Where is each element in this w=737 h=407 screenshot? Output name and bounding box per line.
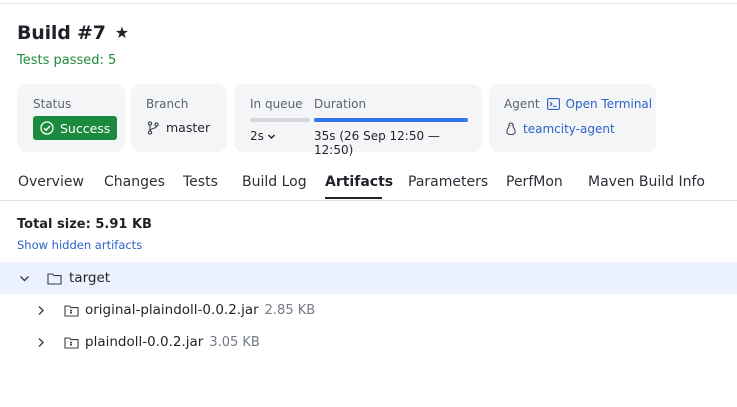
build-header: Build #7 ★: [17, 22, 129, 44]
tree-folder-target[interactable]: target: [0, 262, 737, 294]
status-badge: Success: [33, 116, 118, 140]
top-divider: [0, 3, 737, 4]
agent-name-link[interactable]: teamcity-agent: [523, 122, 615, 136]
archive-icon: [64, 336, 79, 349]
agent-label: Agent: [504, 97, 540, 111]
open-terminal-link[interactable]: Open Terminal: [566, 97, 653, 111]
folder-name: target: [69, 270, 111, 286]
tab-parameters[interactable]: Parameters: [408, 174, 488, 190]
file-size: 2.85 KB: [264, 303, 316, 318]
linux-icon: [505, 122, 517, 136]
agent-card: Agent Open Terminal teamcity-agent: [489, 84, 656, 152]
status-card: Status Success: [17, 84, 125, 152]
tab-overview[interactable]: Overview: [18, 174, 84, 190]
file-size: 3.05 KB: [209, 335, 260, 350]
chevron-right-icon[interactable]: [36, 305, 46, 316]
active-tab-indicator: [325, 197, 382, 199]
tab-artifacts[interactable]: Artifacts: [325, 174, 393, 190]
build-tabs: Overview Changes Tests Build Log Artifac…: [0, 166, 737, 201]
tab-maven-build-info[interactable]: Maven Build Info: [588, 174, 705, 190]
branch-icon: [147, 120, 159, 135]
status-value: Success: [60, 120, 111, 136]
page-title: Build #7: [17, 22, 106, 44]
duration-value: 35s (26 Sep 12:50 — 12:50): [314, 129, 440, 157]
tab-build-log[interactable]: Build Log: [242, 174, 307, 190]
tree-file-row[interactable]: original-plaindoll-0.0.2.jar 2.85 KB: [0, 294, 737, 326]
chevron-down-icon: [267, 132, 276, 141]
folder-icon: [47, 272, 62, 285]
branch-value-row[interactable]: master: [147, 120, 210, 135]
branch-label: Branch: [146, 97, 189, 111]
branch-card: Branch master: [131, 84, 227, 152]
star-icon[interactable]: ★: [115, 25, 129, 41]
tests-status[interactable]: Tests passed: 5: [17, 53, 116, 68]
duration-label: Duration: [314, 97, 367, 111]
queue-dropdown[interactable]: 2s: [250, 129, 276, 143]
queue-value: 2s: [250, 129, 264, 143]
file-label: plaindoll-0.0.2.jar 3.05 KB: [85, 334, 260, 350]
file-label: original-plaindoll-0.0.2.jar 2.85 KB: [85, 302, 315, 318]
archive-icon: [64, 304, 79, 317]
tree-file-row[interactable]: plaindoll-0.0.2.jar 3.05 KB: [0, 326, 737, 358]
tab-perfmon[interactable]: PerfMon: [506, 174, 563, 190]
timing-card: In queue Duration 2s 35s (26 Sep 12:50 —…: [234, 84, 482, 157]
check-circle-icon: [40, 121, 54, 135]
branch-value: master: [166, 120, 211, 135]
duration-bar: [314, 118, 468, 122]
tab-tests[interactable]: Tests: [183, 174, 218, 190]
agent-header: Agent Open Terminal: [504, 97, 652, 111]
file-name[interactable]: original-plaindoll-0.0.2.jar: [85, 302, 259, 318]
total-size: Total size: 5.91 KB: [17, 217, 152, 232]
show-hidden-artifacts-link[interactable]: Show hidden artifacts: [17, 238, 142, 252]
terminal-icon[interactable]: [546, 98, 560, 110]
agent-name-row[interactable]: teamcity-agent: [505, 122, 615, 136]
chevron-right-icon[interactable]: [36, 337, 46, 348]
status-label: Status: [33, 97, 72, 111]
file-name[interactable]: plaindoll-0.0.2.jar: [85, 334, 203, 350]
queue-label: In queue: [250, 97, 303, 111]
chevron-down-icon[interactable]: [19, 273, 30, 284]
tab-changes[interactable]: Changes: [104, 174, 165, 190]
queue-bar: [250, 118, 310, 122]
